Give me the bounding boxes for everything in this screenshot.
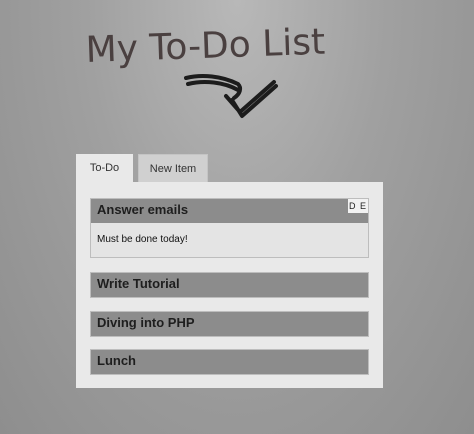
hand-drawn-arrow-check-icon xyxy=(180,70,280,126)
todo-item-title: Write Tutorial xyxy=(97,276,180,291)
todo-item-header[interactable]: Write Tutorial xyxy=(91,273,368,297)
tab-todo-label: To-Do xyxy=(89,162,120,174)
todo-item-header[interactable]: Answer emails D E xyxy=(91,199,368,223)
tab-new-item-label: New Item xyxy=(149,163,197,175)
todo-item-note: Must be done today! xyxy=(91,223,368,257)
todo-item-title: Lunch xyxy=(97,353,136,368)
todo-list-panel: Answer emails D E Must be done today! Wr… xyxy=(76,182,383,388)
todo-item[interactable]: Diving into PHP xyxy=(90,311,369,337)
tab-todo[interactable]: To-Do xyxy=(76,154,133,184)
todo-item[interactable]: Write Tutorial xyxy=(90,272,369,298)
todo-item-title: Diving into PHP xyxy=(97,315,195,330)
tab-new-item[interactable]: New Item xyxy=(138,154,208,182)
todo-item-header[interactable]: Lunch xyxy=(91,350,368,374)
todo-item-actions[interactable]: D E xyxy=(348,199,368,213)
todo-item-title: Answer emails xyxy=(97,202,189,217)
todo-item[interactable]: Answer emails D E Must be done today! xyxy=(90,198,369,258)
todo-item[interactable]: Lunch xyxy=(90,349,369,375)
todo-item-header[interactable]: Diving into PHP xyxy=(91,312,368,336)
page-title-text: My To-Do List xyxy=(86,22,326,71)
